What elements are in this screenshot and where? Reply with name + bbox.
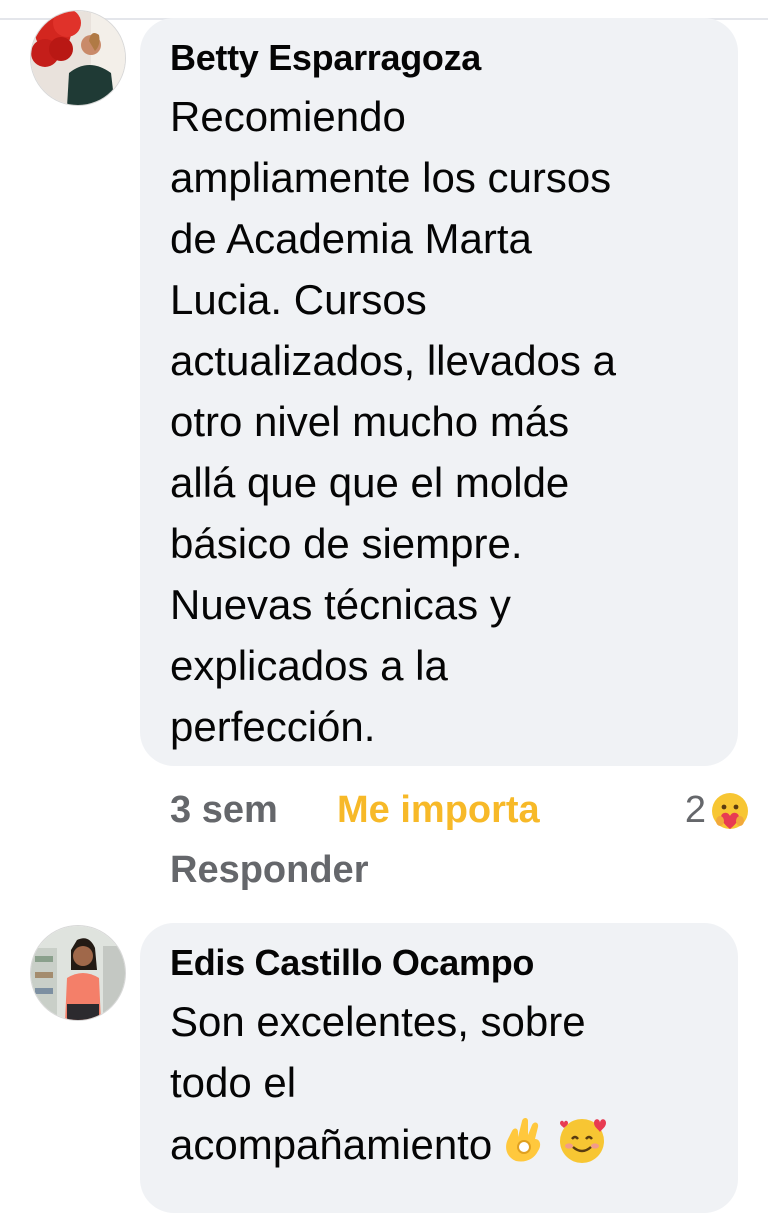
avatar[interactable] — [30, 10, 126, 106]
smiling-face-with-hearts-emoji — [560, 1119, 607, 1163]
comment-bubble: Edis Castillo Ocampo Son excelentes, sob… — [140, 923, 738, 1213]
avatar-photo — [31, 926, 125, 1020]
reply-button[interactable]: Responder — [170, 845, 368, 895]
care-reaction-icon[interactable] — [710, 791, 750, 831]
comment-timestamp[interactable]: 3 sem — [170, 785, 278, 835]
comment-actions: 3 sem Me importa 2 — [170, 785, 750, 835]
avatar[interactable] — [30, 925, 126, 1021]
ok-hand-emoji — [506, 1118, 541, 1162]
reaction-button[interactable]: Me importa — [337, 785, 540, 835]
comment-text: Recomiendo ampliamente los cursos de Aca… — [170, 93, 616, 750]
avatar-photo — [31, 11, 125, 105]
comment-author[interactable]: Edis Castillo Ocampo — [170, 941, 710, 985]
comment-author[interactable]: Betty Esparragoza — [170, 36, 710, 80]
reaction-count[interactable]: 2 — [685, 785, 706, 835]
comment-bubble: Betty Esparragoza Recomiendo ampliamente… — [140, 18, 738, 766]
comment-text: Son excelentes, sobre todo el acompañami… — [170, 991, 710, 1175]
